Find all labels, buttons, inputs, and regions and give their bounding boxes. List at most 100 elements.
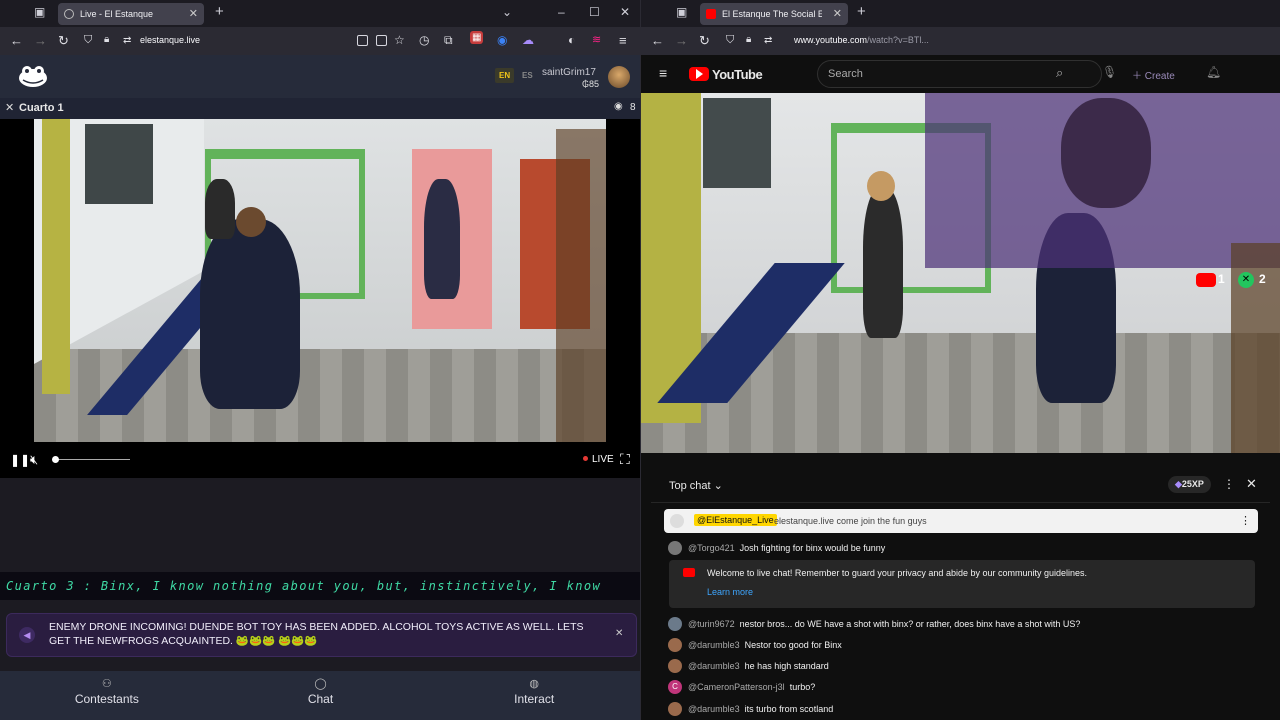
chat-mode-dropdown[interactable]: Top chat ⌄ (669, 479, 723, 492)
shield-icon[interactable]: ⛉ (84, 34, 92, 47)
tab-title-yt: El Estanque The Social Exp (722, 9, 822, 19)
shield-icon-yt[interactable]: ⛉ (726, 34, 734, 47)
extension-red-icon[interactable]: ▦ (470, 31, 484, 44)
window (85, 124, 153, 204)
chat-author[interactable]: @CameronPatterson-j3l (688, 682, 785, 692)
browser-tab-live[interactable]: Live - El Estanque ✕ (58, 3, 204, 25)
chat-avatar (668, 659, 682, 673)
avatar[interactable] (608, 66, 630, 88)
url-domain: www.youtube.com (794, 35, 868, 45)
person-head (236, 207, 266, 237)
site-header: EN ES saintGrim17 ₲85 (0, 55, 640, 98)
reload-icon-yt[interactable]: ↻ (699, 33, 710, 49)
volume-slider[interactable] (55, 459, 130, 460)
xp-badge[interactable]: ◆25XP (1168, 476, 1211, 493)
xp-label: 25XP (1181, 479, 1204, 489)
youtube-video-player[interactable]: 1 ✕ 2 (641, 93, 1280, 453)
new-tab-icon-yt[interactable]: + (857, 3, 866, 20)
tab-overflow-icon[interactable]: ⌄ (502, 5, 512, 19)
chat-text: its turbo from scotland (744, 704, 834, 714)
close-tab-icon-yt[interactable]: ✕ (833, 7, 842, 20)
chat-author[interactable]: @Torgo421 (688, 543, 735, 553)
welcome-text: Welcome to live chat! Remember to guard … (707, 568, 1088, 578)
menu-icon[interactable]: ≡ (619, 33, 627, 48)
curtain (42, 119, 70, 394)
frog-logo-icon[interactable] (17, 63, 49, 89)
chat-author[interactable]: @darumble3 (688, 704, 740, 714)
ticker-text: Cuarto 3 : Binx, I know nothing about yo… (6, 579, 602, 593)
close-chat-icon[interactable]: ✕ (1246, 476, 1257, 492)
chat-more-icon[interactable]: ⋮ (1223, 477, 1235, 491)
close-tab-icon[interactable]: ✕ (189, 7, 198, 20)
close-room-icon[interactable]: ✕ (5, 101, 14, 114)
window-right (703, 98, 771, 188)
forward-icon[interactable]: → (34, 33, 47, 48)
person-right-1-head (867, 171, 895, 201)
nav-interact[interactable]: ◍ Interact (427, 671, 640, 720)
page-info-icon[interactable]: ⇄ (123, 35, 131, 46)
screenshot-icon[interactable] (376, 35, 387, 46)
create-button[interactable]: ＋ Create (1132, 67, 1175, 82)
forward-icon-yt[interactable]: → (675, 33, 688, 48)
page-info-icon-yt[interactable]: ⇄ (764, 35, 772, 46)
new-tab-icon[interactable]: + (215, 3, 224, 20)
pinned-text: elestanque.live come join the fun guys (774, 516, 927, 526)
minimize-icon[interactable]: – (558, 5, 565, 19)
person-suit (200, 219, 300, 409)
welcome-notice: Welcome to live chat! Remember to guard … (669, 560, 1255, 608)
url-bar[interactable]: elestanque.live (140, 35, 200, 45)
overlay-yt-count: 1 (1218, 272, 1225, 286)
nav-contestants[interactable]: ⚇ Contestants (0, 671, 214, 720)
lang-es-button[interactable]: ES (518, 68, 537, 83)
xp-icon: ◆ (1175, 479, 1182, 489)
pinned-message[interactable]: @ElEstanque_Live elestanque.live come jo… (664, 509, 1258, 533)
chat-text: he has high standard (744, 661, 829, 671)
fullscreen-icon[interactable]: ⛶ (620, 451, 630, 468)
back-icon[interactable]: ← (10, 33, 23, 48)
close-window-icon[interactable]: ✕ (620, 5, 630, 19)
room-video-stream[interactable] (0, 119, 640, 442)
hamburger-menu-icon[interactable]: ≡ (659, 65, 667, 81)
maximize-icon[interactable]: ☐ (589, 5, 600, 19)
person-standing (424, 179, 460, 299)
bell-icon[interactable]: 🔔︎ (1206, 65, 1221, 79)
chat-author[interactable]: @darumble3 (688, 661, 740, 671)
search-icon[interactable]: ⌕ (1056, 65, 1063, 81)
lang-en-button[interactable]: EN (495, 68, 515, 83)
reload-icon[interactable]: ↻ (58, 33, 69, 49)
chat-author[interactable]: @darumble3 (688, 640, 740, 650)
url-bar-yt[interactable]: www.youtube.com/watch?v=BTl... (794, 35, 929, 45)
extension-blue-icon[interactable]: ◉ (497, 33, 507, 47)
chat-avatar (668, 638, 682, 652)
pause-icon[interactable]: ❚❚ (10, 453, 30, 467)
username[interactable]: saintGrim17 (542, 67, 596, 78)
mute-icon[interactable]: 🔇︎ (30, 452, 38, 468)
extension-purple-icon[interactable]: ☁ (522, 33, 534, 47)
pinned-more-icon[interactable]: ⋮ (1240, 514, 1251, 527)
bottom-nav: ⚇ Contestants ◯ Chat ◍ Interact (0, 671, 640, 720)
volume-thumb[interactable] (52, 456, 59, 463)
nav-interact-label: Interact (514, 692, 555, 706)
nav-chat[interactable]: ◯ Chat (214, 671, 428, 720)
mic-icon[interactable]: 🎙︎ (1102, 65, 1117, 79)
tab-list-icon-yt[interactable]: ▣ (676, 5, 687, 19)
browser-tab-youtube[interactable]: El Estanque The Social Exp ✕ (700, 3, 848, 25)
megaphone-icon: ◀ (19, 627, 35, 643)
learn-more-link[interactable]: Learn more (707, 587, 753, 597)
tab-list-icon[interactable]: ▣ (34, 5, 45, 19)
chat-author[interactable]: @turin9672 (688, 619, 735, 629)
chat-message: @turin9672 nestor bros... do WE have a s… (668, 617, 1080, 631)
account-icon[interactable]: ◐ (568, 33, 575, 47)
back-icon-yt[interactable]: ← (651, 33, 664, 48)
chat-message: @darumble3 its turbo from scotland (668, 702, 833, 716)
overlay-green-icon: ✕ (1238, 272, 1254, 288)
url-path: /watch?v=BTl... (867, 35, 929, 45)
dismiss-icon[interactable]: ✕ (615, 628, 623, 639)
reader-icon[interactable] (357, 35, 368, 46)
youtube-wordmark[interactable]: YouTube (712, 67, 763, 82)
extensions-icon[interactable]: ⧉ (444, 33, 453, 48)
bookmark-star-icon[interactable]: ☆ (394, 33, 405, 47)
shelf-right (1231, 243, 1280, 453)
history-icon[interactable]: ◷ (419, 33, 429, 47)
extension-pink-icon[interactable]: ≋ (592, 33, 601, 46)
